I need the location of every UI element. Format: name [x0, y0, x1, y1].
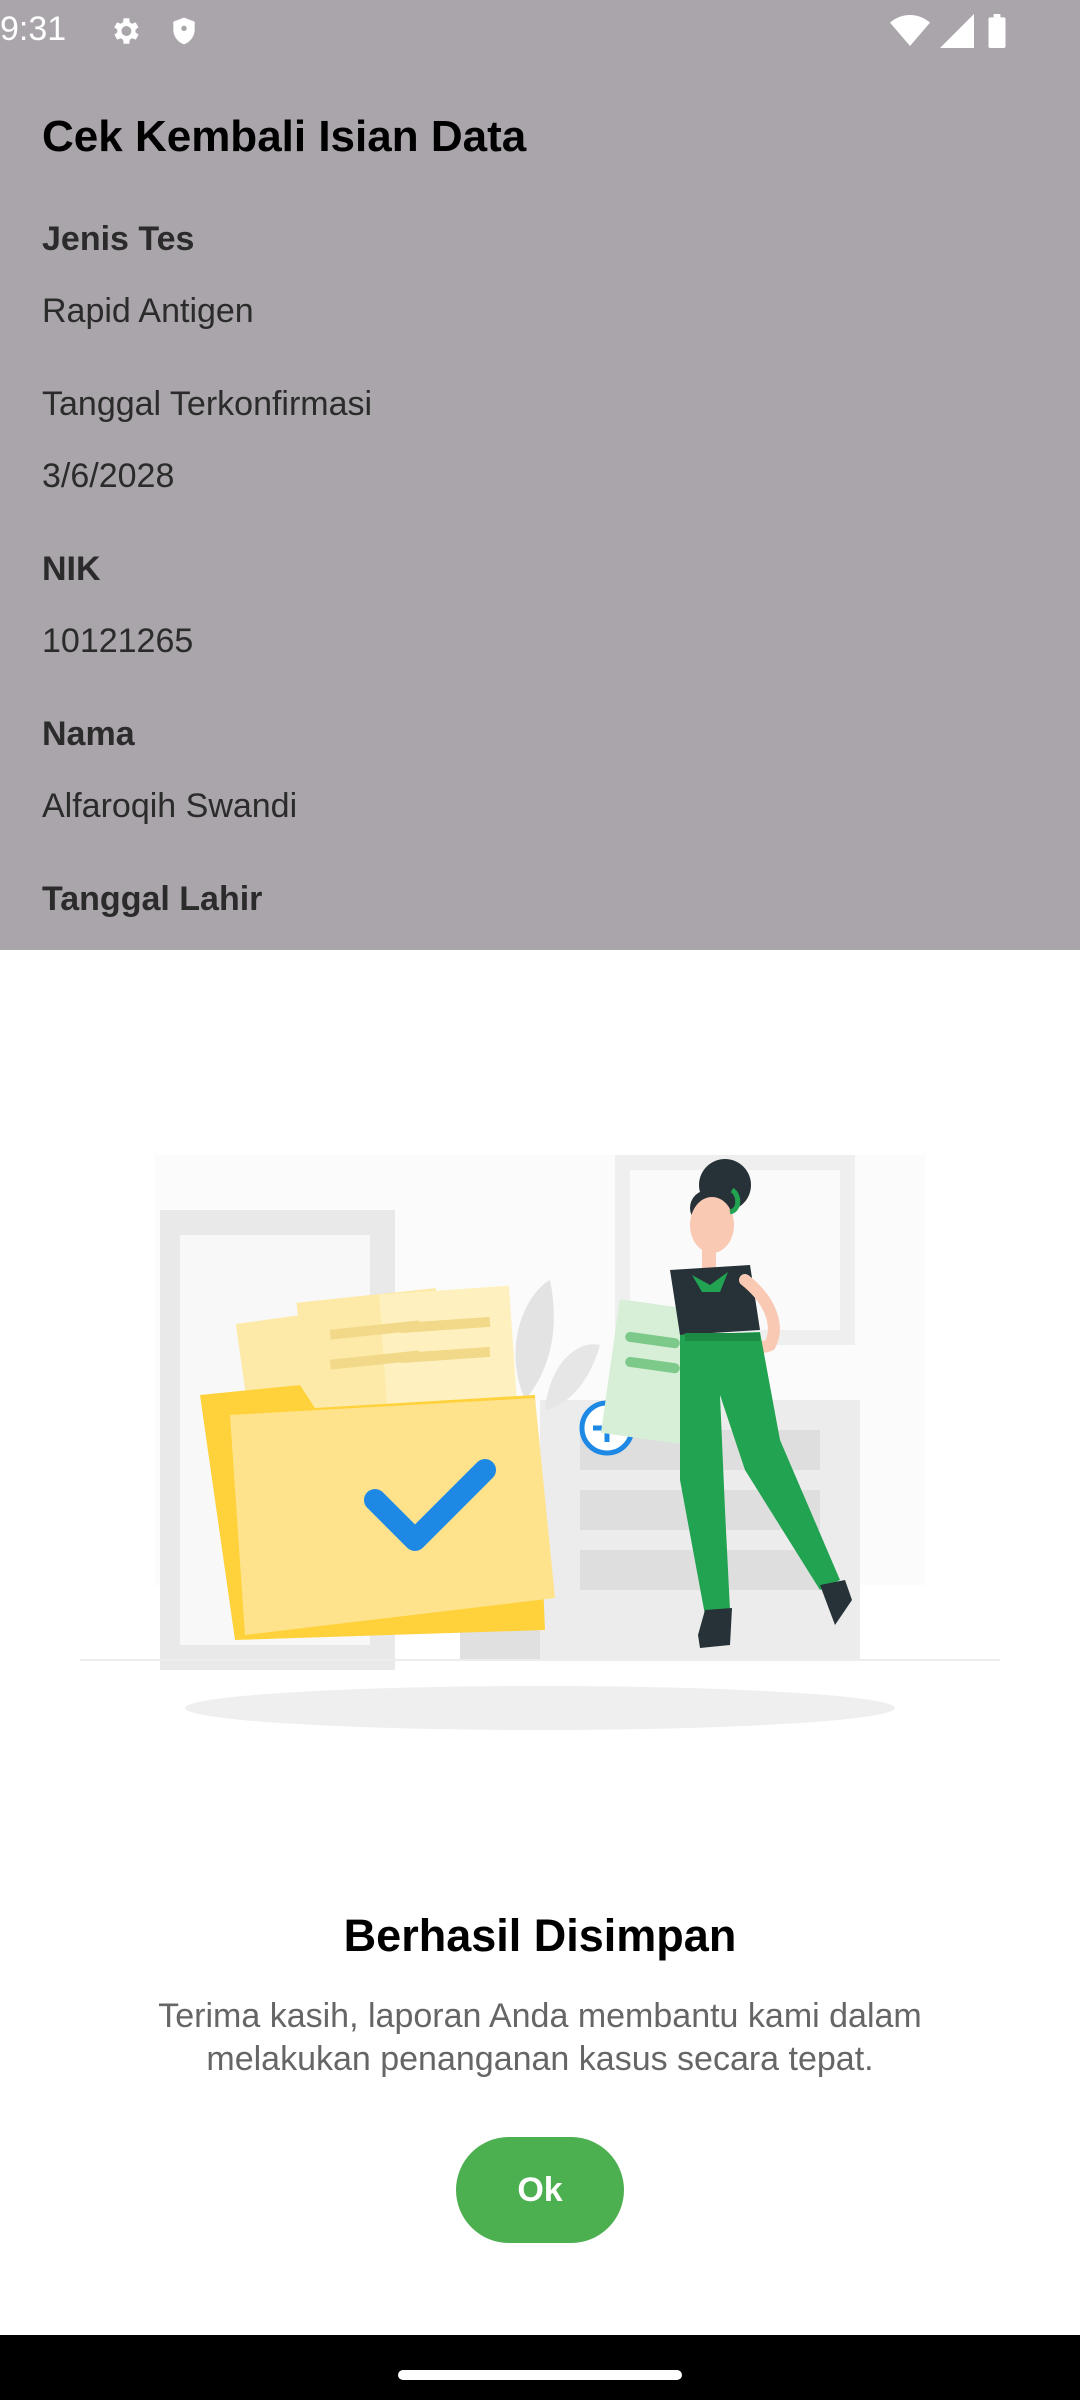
status-bar: 9:31	[0, 0, 1080, 62]
label-nama: Nama	[42, 715, 135, 753]
value-nama: Alfaroqih Swandi	[42, 787, 298, 825]
cell-signal-icon	[940, 14, 974, 53]
wifi-icon	[890, 14, 930, 53]
navigation-bar	[0, 2335, 1080, 2400]
label-tanggal-lahir: Tanggal Lahir	[42, 880, 263, 918]
success-message: Terima kasih, laporan Anda membantu kami…	[158, 1997, 922, 2078]
value-tanggal-terkonfirmasi: 3/6/2028	[42, 457, 175, 495]
success-title: Berhasil Disimpan	[343, 1910, 737, 1961]
success-illustration	[80, 1140, 1000, 1760]
value-nik: 10121265	[42, 622, 194, 660]
status-time: 9:31	[0, 10, 67, 48]
home-gesture-handle[interactable]	[398, 2370, 682, 2380]
battery-icon	[988, 14, 1006, 53]
label-tanggal-terkonfirmasi: Tanggal Terkonfirmasi	[42, 385, 373, 423]
value-jenis-tes: Rapid Antigen	[42, 292, 254, 330]
ok-button[interactable]: Ok	[456, 2137, 624, 2243]
page-title: Cek Kembali Isian Data	[42, 112, 527, 161]
shield-icon	[168, 14, 200, 53]
label-jenis-tes: Jenis Tes	[42, 220, 195, 258]
label-nik: NIK	[42, 550, 101, 588]
settings-icon	[108, 14, 142, 53]
